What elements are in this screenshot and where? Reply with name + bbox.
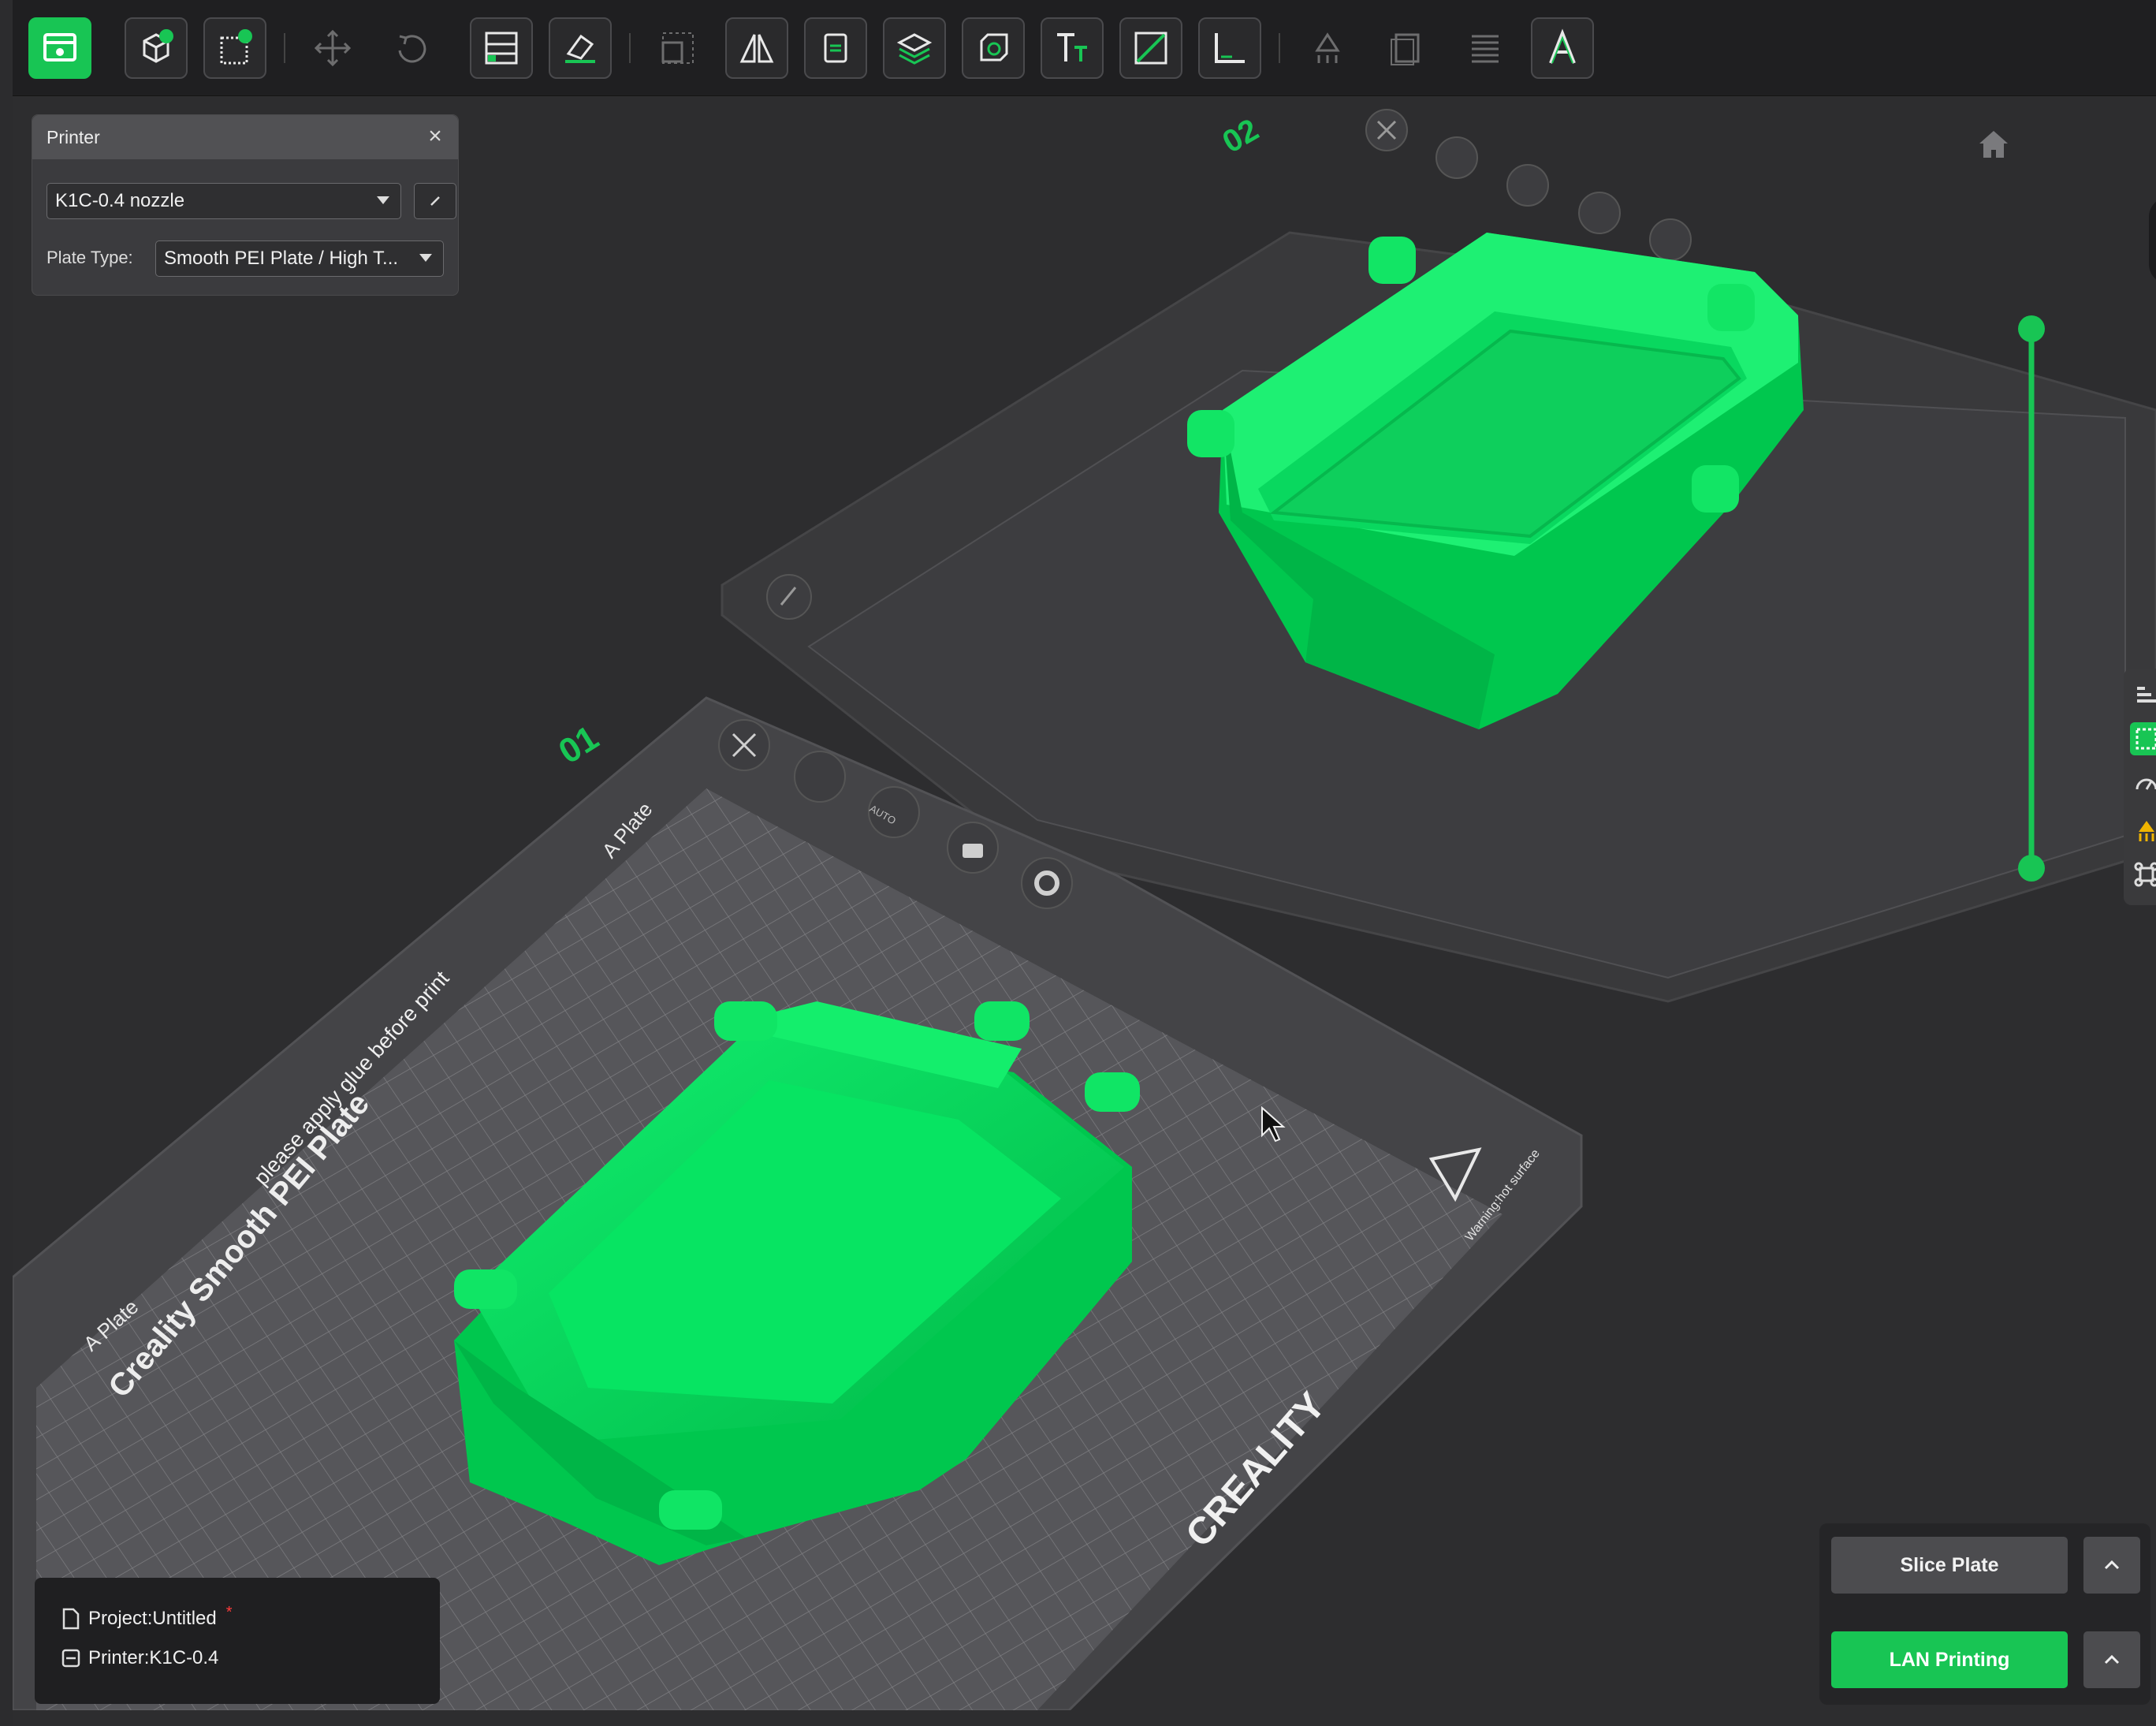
3d-viewport[interactable]: 02 01 Creality Smooth PEI Plate please a… bbox=[13, 95, 2156, 1710]
chevron-down-icon bbox=[419, 254, 432, 262]
top-toolbar bbox=[13, 0, 2156, 96]
plate-type-select[interactable]: Smooth PEI Plate / High T... bbox=[155, 240, 444, 277]
project-name: Project:Untitled bbox=[88, 1608, 217, 1629]
emboss-icon[interactable] bbox=[1531, 17, 1594, 79]
lay-on-face-icon[interactable] bbox=[549, 17, 612, 79]
chevron-up-icon bbox=[2104, 1560, 2120, 1570]
printer-name: Printer:K1C-0.4 bbox=[88, 1647, 219, 1668]
plate-view-icon[interactable] bbox=[2130, 722, 2156, 755]
printer-info-row: Printer:K1C-0.4 bbox=[61, 1647, 218, 1669]
lan-printing-button[interactable]: LAN Printing bbox=[1831, 1631, 2068, 1688]
plate-1-number: 01 bbox=[552, 718, 605, 771]
layer-slider-bottom-handle[interactable] bbox=[2018, 855, 2045, 882]
measure-icon[interactable] bbox=[1198, 17, 1261, 79]
auto-orient-icon[interactable] bbox=[1506, 164, 1549, 207]
add-model-icon[interactable] bbox=[125, 17, 188, 79]
split-icon[interactable] bbox=[1119, 17, 1182, 79]
lock-icon[interactable] bbox=[1578, 192, 1621, 234]
close-icon[interactable]: × bbox=[423, 125, 447, 148]
arrange-icon[interactable] bbox=[1435, 136, 1478, 179]
project-info-box: Project:Untitled * Printer:K1C-0.4 bbox=[35, 1578, 440, 1704]
scale-icon[interactable] bbox=[646, 17, 709, 79]
printer-panel: Printer × K1C-0.4 nozzle Plate Type: Smo… bbox=[32, 114, 459, 296]
printer-panel-header: Printer × bbox=[32, 115, 458, 159]
speed-view-icon[interactable] bbox=[2130, 768, 2156, 801]
app-window: 02 01 Creality Smooth PEI Plate please a… bbox=[13, 0, 2156, 1726]
support-view-icon[interactable] bbox=[2130, 814, 2156, 847]
slice-options-button[interactable] bbox=[2083, 1537, 2140, 1594]
edit-printer-button[interactable] bbox=[414, 183, 456, 219]
move-icon[interactable] bbox=[301, 17, 364, 79]
project-info-row: Project:Untitled * bbox=[61, 1604, 233, 1630]
variable-layer-icon[interactable] bbox=[1454, 17, 1517, 79]
printer-select-value: K1C-0.4 nozzle bbox=[55, 190, 185, 211]
add-plate-icon[interactable] bbox=[203, 17, 266, 79]
workspace-icon[interactable] bbox=[28, 17, 91, 79]
support-paint-icon[interactable] bbox=[1296, 17, 1359, 79]
collapse-sidebar-handle[interactable] bbox=[2149, 197, 2156, 284]
printer-icon bbox=[61, 1649, 80, 1668]
print-options-button[interactable] bbox=[2083, 1631, 2140, 1688]
pencil-icon bbox=[430, 196, 440, 206]
arrange-icon[interactable] bbox=[794, 751, 846, 803]
slice-layers-icon[interactable] bbox=[883, 17, 946, 79]
printer-select[interactable]: K1C-0.4 nozzle bbox=[47, 183, 401, 219]
layers-view-icon[interactable] bbox=[2130, 678, 2156, 711]
seam-paint-icon[interactable] bbox=[1375, 17, 1438, 79]
mirror-icon[interactable] bbox=[725, 17, 788, 79]
printer-panel-title: Printer bbox=[47, 126, 100, 147]
home-view-icon[interactable] bbox=[1975, 126, 2012, 162]
plate-type-label: Plate Type: bbox=[47, 248, 133, 267]
view-sidebar bbox=[2124, 669, 2156, 905]
text-icon[interactable] bbox=[1041, 17, 1104, 79]
chevron-down-icon bbox=[377, 196, 389, 204]
copy-icon[interactable] bbox=[804, 17, 867, 79]
settings-icon[interactable] bbox=[1021, 857, 1073, 909]
plate-type-value: Smooth PEI Plate / High T... bbox=[164, 248, 399, 269]
shortcuts-icon[interactable] bbox=[2130, 858, 2156, 891]
chevron-up-icon bbox=[2104, 1654, 2120, 1664]
document-icon bbox=[62, 1608, 80, 1630]
arrange-icon[interactable] bbox=[470, 17, 533, 79]
slice-plate-button[interactable]: Slice Plate bbox=[1831, 1537, 2068, 1594]
rotate-icon[interactable] bbox=[380, 17, 443, 79]
layer-slider-top-handle[interactable] bbox=[2018, 315, 2045, 342]
plate-2-number: 02 bbox=[1217, 112, 1265, 159]
cut-icon[interactable] bbox=[962, 17, 1025, 79]
unsaved-indicator: * bbox=[225, 1603, 233, 1621]
settings-icon[interactable] bbox=[1649, 218, 1692, 261]
